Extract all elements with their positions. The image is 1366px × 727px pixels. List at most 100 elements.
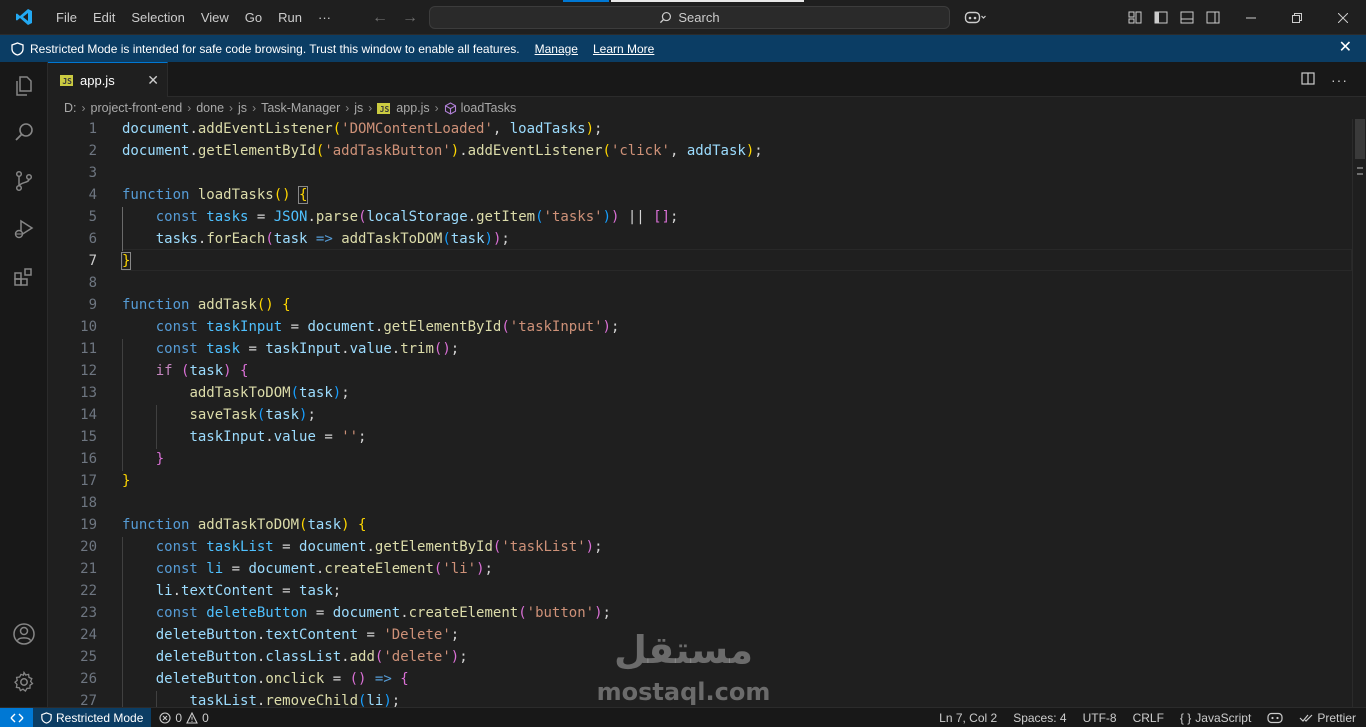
code-token: deleteButton bbox=[155, 627, 257, 643]
minimize-icon[interactable] bbox=[1228, 0, 1274, 35]
code-token: task bbox=[307, 517, 342, 533]
customize-layout-icon[interactable] bbox=[1122, 0, 1148, 35]
language-label: JavaScript bbox=[1195, 711, 1252, 725]
menu-view[interactable]: View bbox=[193, 0, 237, 35]
code-token: value bbox=[349, 341, 392, 357]
line-number: 21 bbox=[80, 561, 97, 577]
problems-status[interactable]: 0 0 bbox=[151, 708, 216, 727]
copilot-status-icon[interactable] bbox=[1259, 708, 1291, 727]
warning-count: 0 bbox=[202, 710, 209, 725]
toggle-secondary-sidebar-icon[interactable] bbox=[1200, 0, 1226, 35]
code-token: { bbox=[240, 363, 249, 379]
code-token: createElement bbox=[408, 605, 519, 621]
learn-more-link[interactable]: Learn More bbox=[593, 42, 654, 56]
code-editor[interactable]: 1 document.addEventListener('DOMContentLo… bbox=[48, 119, 1352, 707]
toggle-primary-sidebar-icon[interactable] bbox=[1148, 0, 1174, 35]
menu-file[interactable]: File bbox=[48, 0, 85, 35]
back-arrow-icon[interactable]: ← bbox=[372, 9, 388, 27]
breadcrumb-folder[interactable]: js bbox=[238, 101, 247, 115]
breadcrumb-symbol[interactable]: loadTasks bbox=[461, 101, 517, 115]
run-debug-icon[interactable] bbox=[0, 205, 48, 253]
status-bar: Restricted Mode 0 0 Ln 7, Col 2 Spaces: … bbox=[0, 707, 1366, 727]
cursor-position[interactable]: Ln 7, Col 2 bbox=[931, 708, 1005, 727]
close-banner-icon[interactable]: ✕ bbox=[1339, 40, 1352, 56]
code-token: . bbox=[459, 143, 468, 159]
menu-selection[interactable]: Selection bbox=[123, 0, 192, 35]
code-token: tasks bbox=[155, 231, 198, 247]
code-line: document.addEventListener('DOMContentLoa… bbox=[122, 119, 602, 140]
forward-arrow-icon[interactable]: → bbox=[402, 9, 418, 27]
remote-indicator-icon[interactable] bbox=[0, 707, 33, 727]
scrollbar-thumb[interactable] bbox=[1355, 119, 1365, 159]
code-token: const bbox=[155, 319, 207, 335]
split-editor-icon[interactable] bbox=[1301, 71, 1315, 88]
editor-tabs: JS app.js ✕ ··· bbox=[48, 62, 1366, 97]
source-control-icon[interactable] bbox=[0, 157, 48, 205]
code-token: = bbox=[273, 539, 300, 555]
language-mode[interactable]: { } JavaScript bbox=[1172, 708, 1259, 727]
explorer-icon[interactable] bbox=[0, 62, 48, 110]
encoding-status[interactable]: UTF-8 bbox=[1075, 708, 1125, 727]
code-token: document bbox=[299, 539, 367, 555]
breadcrumb-folder[interactable]: done bbox=[196, 101, 224, 115]
code-token: ( bbox=[265, 231, 274, 247]
code-line: taskInput.value = ''; bbox=[122, 426, 366, 448]
restore-icon[interactable] bbox=[1274, 0, 1320, 35]
code-token: value bbox=[273, 429, 316, 445]
code-token: () bbox=[273, 187, 291, 203]
prettier-status[interactable]: Prettier bbox=[1291, 708, 1366, 727]
close-window-icon[interactable] bbox=[1320, 0, 1366, 35]
code-token: ( bbox=[332, 121, 342, 137]
code-token: = bbox=[273, 583, 300, 599]
search-icon[interactable] bbox=[0, 108, 48, 156]
tab-app-js[interactable]: JS app.js ✕ bbox=[48, 62, 168, 97]
breadcrumb-folder[interactable]: project-front-end bbox=[91, 101, 183, 115]
code-token: ; bbox=[391, 693, 401, 707]
menu-go[interactable]: Go bbox=[237, 0, 270, 35]
line-number: 3 bbox=[88, 165, 97, 181]
code-token: = bbox=[248, 209, 274, 225]
manage-gear-icon[interactable] bbox=[0, 658, 48, 706]
command-center-search[interactable]: Search bbox=[429, 6, 950, 29]
restricted-mode-status[interactable]: Restricted Mode bbox=[33, 707, 152, 727]
breadcrumb-file[interactable]: app.js bbox=[396, 101, 429, 115]
breadcrumb-folder[interactable]: js bbox=[354, 101, 363, 115]
code-line: if (task) { bbox=[122, 360, 249, 382]
line-number: 10 bbox=[80, 319, 97, 335]
eol-status[interactable]: CRLF bbox=[1125, 708, 1172, 727]
menu-more[interactable]: ··· bbox=[310, 0, 339, 35]
code-token: . bbox=[265, 429, 274, 445]
code-token: = bbox=[315, 429, 342, 445]
code-token: function bbox=[122, 517, 198, 533]
code-token: ; bbox=[602, 605, 611, 621]
extensions-icon[interactable] bbox=[0, 253, 48, 301]
accounts-icon[interactable] bbox=[0, 610, 48, 658]
breadcrumb-drive[interactable]: D: bbox=[64, 101, 77, 115]
search-label: Search bbox=[678, 10, 720, 25]
more-actions-icon[interactable]: ··· bbox=[1331, 72, 1348, 88]
shield-icon bbox=[41, 711, 52, 724]
breadcrumb-folder[interactable]: Task-Manager bbox=[261, 101, 340, 115]
copilot-icon[interactable] bbox=[958, 0, 992, 35]
line-number: 5 bbox=[88, 209, 97, 225]
code-token: 'delete' bbox=[383, 649, 451, 665]
menu-run[interactable]: Run bbox=[270, 0, 310, 35]
manage-link[interactable]: Manage bbox=[535, 42, 578, 56]
toggle-panel-icon[interactable] bbox=[1174, 0, 1200, 35]
code-token: 'click' bbox=[610, 143, 670, 159]
line-number: 26 bbox=[80, 671, 97, 687]
line-number: 14 bbox=[80, 407, 97, 423]
code-token: () bbox=[433, 341, 451, 357]
vertical-scrollbar[interactable] bbox=[1352, 119, 1366, 707]
code-token: task bbox=[273, 231, 308, 247]
menu-edit[interactable]: Edit bbox=[85, 0, 123, 35]
code-token: taskList bbox=[189, 693, 257, 707]
code-token: document bbox=[307, 319, 375, 335]
indentation-status[interactable]: Spaces: 4 bbox=[1005, 708, 1074, 727]
code-token: addEventListener bbox=[197, 121, 333, 137]
code-token: ) bbox=[594, 605, 603, 621]
close-tab-icon[interactable]: ✕ bbox=[147, 72, 159, 88]
